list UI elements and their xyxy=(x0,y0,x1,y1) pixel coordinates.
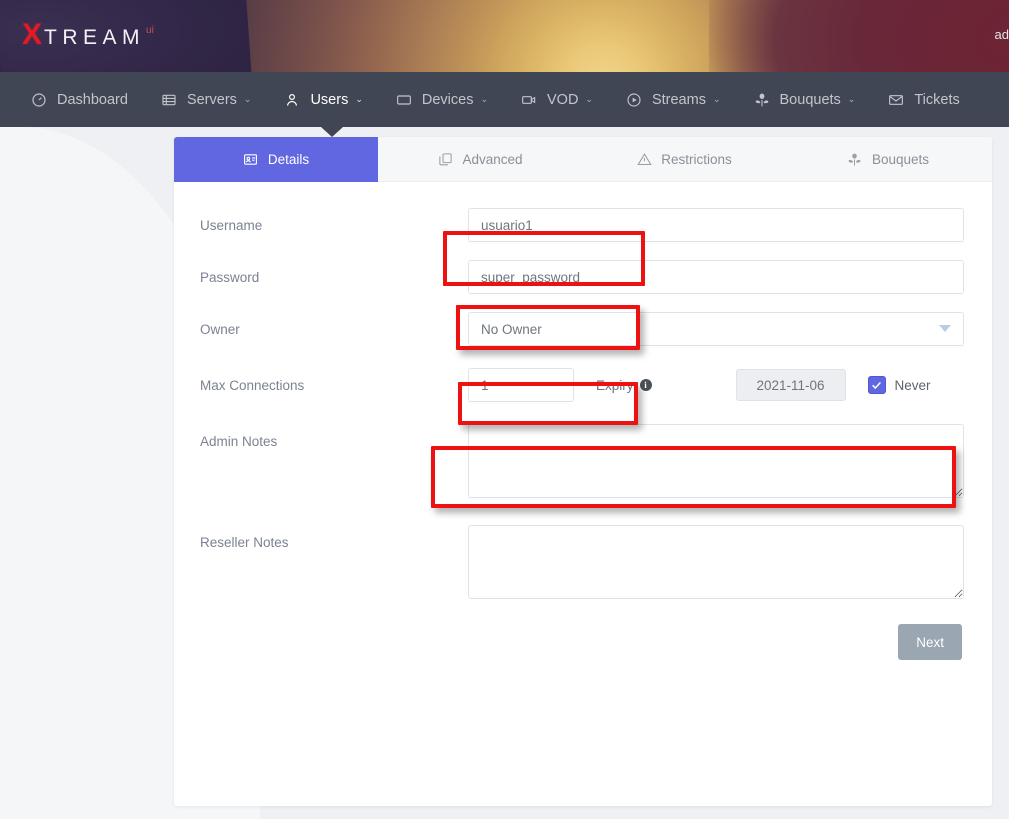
bouquet-icon xyxy=(753,91,771,109)
nav-label: Tickets xyxy=(914,92,959,108)
tab-bouquets[interactable]: Bouquets xyxy=(786,137,990,182)
max-connections-input[interactable] xyxy=(468,368,574,402)
nav-item-vod[interactable]: VOD ⌄ xyxy=(504,72,609,127)
video-icon xyxy=(520,91,538,109)
chevron-down-icon: ⌄ xyxy=(848,95,856,104)
mail-icon xyxy=(887,91,905,109)
logo-x-mark: X xyxy=(22,20,42,50)
nav-label: Bouquets xyxy=(780,92,841,108)
reseller-notes-label: Reseller Notes xyxy=(200,525,468,550)
tab-label: Advanced xyxy=(462,152,522,167)
warning-icon xyxy=(636,152,652,168)
sliders-icon xyxy=(437,152,453,168)
nav-item-tickets[interactable]: Tickets xyxy=(871,72,975,127)
expiry-label-group: Expiry i xyxy=(596,378,652,393)
nav-label: Dashboard xyxy=(57,92,128,108)
chevron-down-icon: ⌄ xyxy=(355,95,363,104)
password-label: Password xyxy=(200,260,468,285)
nav-item-dashboard[interactable]: Dashboard xyxy=(14,72,144,127)
chevron-down-icon: ⌄ xyxy=(713,95,721,104)
id-card-icon xyxy=(243,152,259,168)
chevron-down-icon: ⌄ xyxy=(585,95,593,104)
nav-label: Users xyxy=(310,92,348,108)
bouquet-icon xyxy=(847,152,863,168)
app-logo[interactable]: X TREAM ui xyxy=(22,20,154,50)
form-footer: Next xyxy=(200,616,964,660)
reseller-notes-textarea[interactable] xyxy=(468,525,964,599)
nav-label: Servers xyxy=(187,92,237,108)
nav-label: VOD xyxy=(547,92,578,108)
never-label: Never xyxy=(895,378,931,393)
device-icon xyxy=(395,91,413,109)
info-icon[interactable]: i xyxy=(640,379,652,391)
nav-item-bouquets[interactable]: Bouquets ⌄ xyxy=(737,72,872,127)
admin-notes-label: Admin Notes xyxy=(200,424,468,449)
form-row-password: Password xyxy=(200,260,964,294)
max-connections-controls: Expiry i Never xyxy=(468,368,964,402)
password-input[interactable] xyxy=(468,260,964,294)
dashboard-icon xyxy=(30,91,48,109)
form-row-max-connections: Max Connections Expiry i xyxy=(200,368,964,402)
user-form-card: Details Advanced Restrictions xyxy=(174,137,992,806)
nav-active-pointer xyxy=(321,127,343,137)
expiry-date-input[interactable] xyxy=(736,369,846,401)
nav-item-streams[interactable]: Streams ⌄ xyxy=(609,72,737,127)
app-header: X TREAM ui ad xyxy=(0,0,1009,72)
owner-select-wrapper[interactable] xyxy=(468,312,964,346)
tab-details[interactable]: Details xyxy=(174,137,378,182)
main-navigation: Dashboard Servers ⌄ Users ⌄ Devices ⌄ xyxy=(0,72,1009,127)
user-icon xyxy=(283,91,301,109)
form-row-username: Username xyxy=(200,208,964,242)
form-tabs: Details Advanced Restrictions xyxy=(174,137,992,182)
stream-icon xyxy=(625,91,643,109)
tab-label: Restrictions xyxy=(661,152,732,167)
nav-label: Streams xyxy=(652,92,706,108)
max-connections-label: Max Connections xyxy=(200,368,468,393)
nav-item-users[interactable]: Users ⌄ xyxy=(267,72,378,127)
logo-superscript: ui xyxy=(146,25,154,36)
next-button[interactable]: Next xyxy=(898,624,962,660)
tab-advanced[interactable]: Advanced xyxy=(378,137,582,182)
username-label: Username xyxy=(200,208,468,233)
nav-label: Devices xyxy=(422,92,474,108)
servers-icon xyxy=(160,91,178,109)
form-row-admin-notes: Admin Notes xyxy=(200,424,964,503)
owner-select[interactable] xyxy=(468,312,964,346)
header-account-label[interactable]: ad xyxy=(995,27,1009,42)
user-details-form: Username Password Owner Max Connec xyxy=(174,182,992,660)
chevron-down-icon: ⌄ xyxy=(244,95,252,104)
form-row-reseller-notes: Reseller Notes xyxy=(200,525,964,604)
owner-label: Owner xyxy=(200,312,468,337)
tab-label: Bouquets xyxy=(872,152,929,167)
username-input[interactable] xyxy=(468,208,964,242)
never-checkbox[interactable] xyxy=(868,376,886,394)
chevron-down-icon: ⌄ xyxy=(480,95,488,104)
nav-item-devices[interactable]: Devices ⌄ xyxy=(379,72,504,127)
form-row-owner: Owner xyxy=(200,312,964,346)
tab-restrictions[interactable]: Restrictions xyxy=(582,137,786,182)
never-checkbox-group[interactable]: Never xyxy=(868,376,931,394)
nav-item-servers[interactable]: Servers ⌄ xyxy=(144,72,268,127)
logo-wordmark: TREAM xyxy=(44,27,145,48)
expiry-label: Expiry xyxy=(596,378,634,393)
admin-notes-textarea[interactable] xyxy=(468,424,964,498)
tab-label: Details xyxy=(268,152,309,167)
